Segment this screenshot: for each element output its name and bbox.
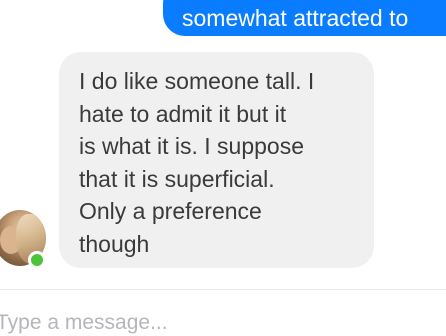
chat-window: somewhat attracted to I do like someone … [0, 0, 446, 336]
online-status-indicator [28, 251, 46, 269]
outgoing-message-text: somewhat attracted to [182, 5, 409, 31]
message-line: hate to admit it but it [79, 100, 287, 127]
message-line: is what it is. I suppose [79, 133, 304, 159]
incoming-message-bubble[interactable]: I do like someone tall. I hate to admit … [59, 52, 374, 268]
composer-divider [0, 289, 446, 290]
outgoing-message-bubble[interactable]: somewhat attracted to [163, 0, 446, 36]
message-line: though [79, 230, 150, 257]
message-line: that it is superficial. [79, 165, 275, 192]
message-line: I do like someone tall. I [79, 68, 315, 94]
message-line: Only a preference [79, 198, 262, 224]
message-input[interactable] [0, 308, 396, 336]
